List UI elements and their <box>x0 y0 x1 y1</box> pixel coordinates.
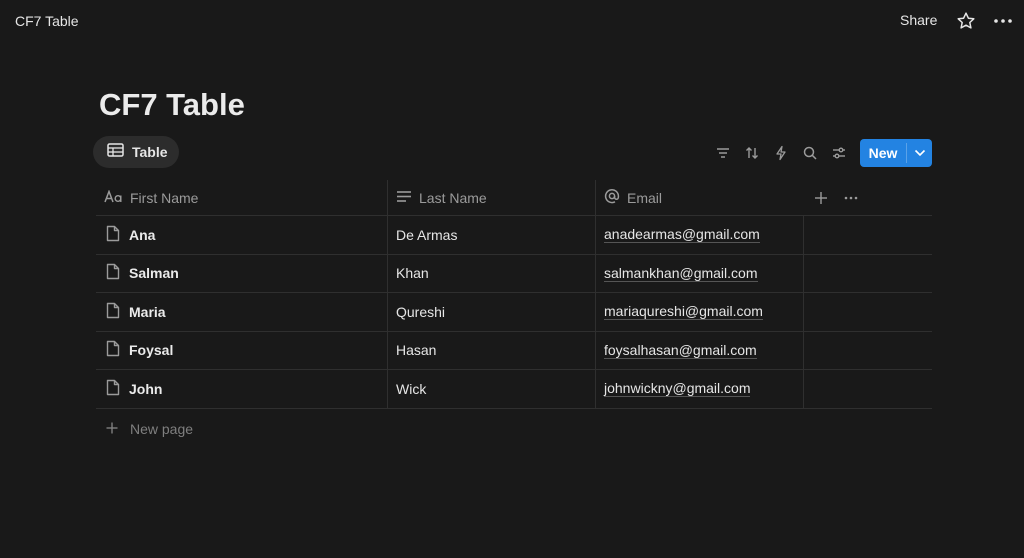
database-table: First Name Last Name Email Ana De Armas … <box>96 179 932 409</box>
table-icon <box>107 142 124 162</box>
breadcrumb-title[interactable]: CF7 Table <box>15 13 79 29</box>
first-name-text: Foysal <box>129 342 174 359</box>
cell-email[interactable]: johnwickny@gmail.com <box>595 370 803 408</box>
cell-email[interactable]: salmankhan@gmail.com <box>595 254 803 292</box>
last-name-text: Qureshi <box>396 303 446 320</box>
sort-icon[interactable] <box>744 145 760 161</box>
table-row[interactable]: Maria Qureshi mariaqureshi@gmail.com <box>96 293 932 332</box>
filter-icon[interactable] <box>715 145 731 161</box>
email-link[interactable]: foysalhasan@gmail.com <box>604 342 757 359</box>
column-header-last-name[interactable]: Last Name <box>387 179 595 216</box>
new-button[interactable]: New <box>860 139 932 167</box>
top-bar: CF7 Table Share <box>0 0 1024 44</box>
email-link[interactable]: salmankhan@gmail.com <box>604 265 758 282</box>
column-header-first-name[interactable]: First Name <box>96 180 387 216</box>
column-header-email[interactable]: Email <box>595 179 803 216</box>
cell-email[interactable]: foysalhasan@gmail.com <box>595 331 803 369</box>
cell-first-name[interactable]: Ana <box>96 216 387 254</box>
last-name-text: Wick <box>396 380 427 397</box>
cell-last-name[interactable]: Khan <box>387 254 595 292</box>
table-body: Ana De Armas anadearmas@gmail.com Salman… <box>96 216 932 409</box>
settings-icon[interactable] <box>831 145 847 161</box>
column-header-label: Email <box>627 189 663 206</box>
table-row[interactable]: Salman Khan salmankhan@gmail.com <box>96 254 932 293</box>
column-header-label: First Name <box>130 189 199 206</box>
cell-first-name[interactable]: Salman <box>96 255 387 293</box>
cell-empty <box>803 370 932 408</box>
page-title[interactable]: CF7 Table <box>99 87 245 123</box>
cell-last-name[interactable]: Hasan <box>387 331 595 369</box>
search-icon[interactable] <box>802 145 818 161</box>
page-icon <box>106 340 120 360</box>
email-link[interactable]: mariaqureshi@gmail.com <box>604 303 763 321</box>
share-button[interactable]: Share <box>900 12 937 28</box>
chevron-down-icon[interactable] <box>907 139 932 167</box>
new-button-label[interactable]: New <box>860 139 906 167</box>
first-name-text: John <box>129 380 163 397</box>
first-name-text: Ana <box>129 226 156 243</box>
table-row[interactable]: John Wick johnwickny@gmail.com <box>96 370 932 409</box>
view-tab-table[interactable]: Table <box>93 136 179 168</box>
table-header: First Name Last Name Email <box>96 179 932 216</box>
cell-empty <box>803 293 932 331</box>
view-tab-label: Table <box>132 144 168 160</box>
column-header-actions <box>803 180 932 216</box>
cell-last-name[interactable]: De Armas <box>387 216 595 254</box>
automation-icon[interactable] <box>773 145 789 161</box>
text-icon <box>396 190 412 206</box>
email-link[interactable]: anadearmas@gmail.com <box>604 226 760 244</box>
table-row[interactable]: Foysal Hasan foysalhasan@gmail.com <box>96 331 932 370</box>
new-page-button[interactable]: New page <box>106 418 193 440</box>
plus-icon <box>106 421 118 437</box>
first-name-text: Salman <box>129 265 179 282</box>
cell-empty <box>803 254 932 292</box>
page-icon <box>106 379 120 399</box>
cell-first-name[interactable]: Foysal <box>96 332 387 370</box>
page-icon <box>106 263 120 283</box>
cell-first-name[interactable]: John <box>96 370 387 408</box>
favorite-star-icon[interactable] <box>956 11 976 31</box>
last-name-text: Hasan <box>396 342 437 359</box>
add-column-icon[interactable] <box>814 191 828 205</box>
cell-empty <box>803 331 932 369</box>
column-header-label: Last Name <box>419 189 487 206</box>
title-icon <box>104 188 123 206</box>
cell-first-name[interactable]: Maria <box>96 293 387 331</box>
more-options-icon[interactable] <box>993 11 1013 31</box>
table-row[interactable]: Ana De Armas anadearmas@gmail.com <box>96 216 932 255</box>
cell-email[interactable]: anadearmas@gmail.com <box>595 216 803 254</box>
last-name-text: Khan <box>396 265 429 282</box>
cell-email[interactable]: mariaqureshi@gmail.com <box>595 293 803 331</box>
cell-last-name[interactable]: Wick <box>387 370 595 408</box>
at-icon <box>604 188 620 207</box>
new-page-label: New page <box>130 421 194 437</box>
cell-empty <box>803 216 932 254</box>
page-icon <box>106 225 120 245</box>
cell-last-name[interactable]: Qureshi <box>387 293 595 331</box>
page-icon <box>106 302 120 322</box>
more-options-icon[interactable] <box>844 191 858 205</box>
first-name-text: Maria <box>129 303 166 320</box>
last-name-text: De Armas <box>396 226 458 243</box>
email-link[interactable]: johnwickny@gmail.com <box>604 380 751 398</box>
